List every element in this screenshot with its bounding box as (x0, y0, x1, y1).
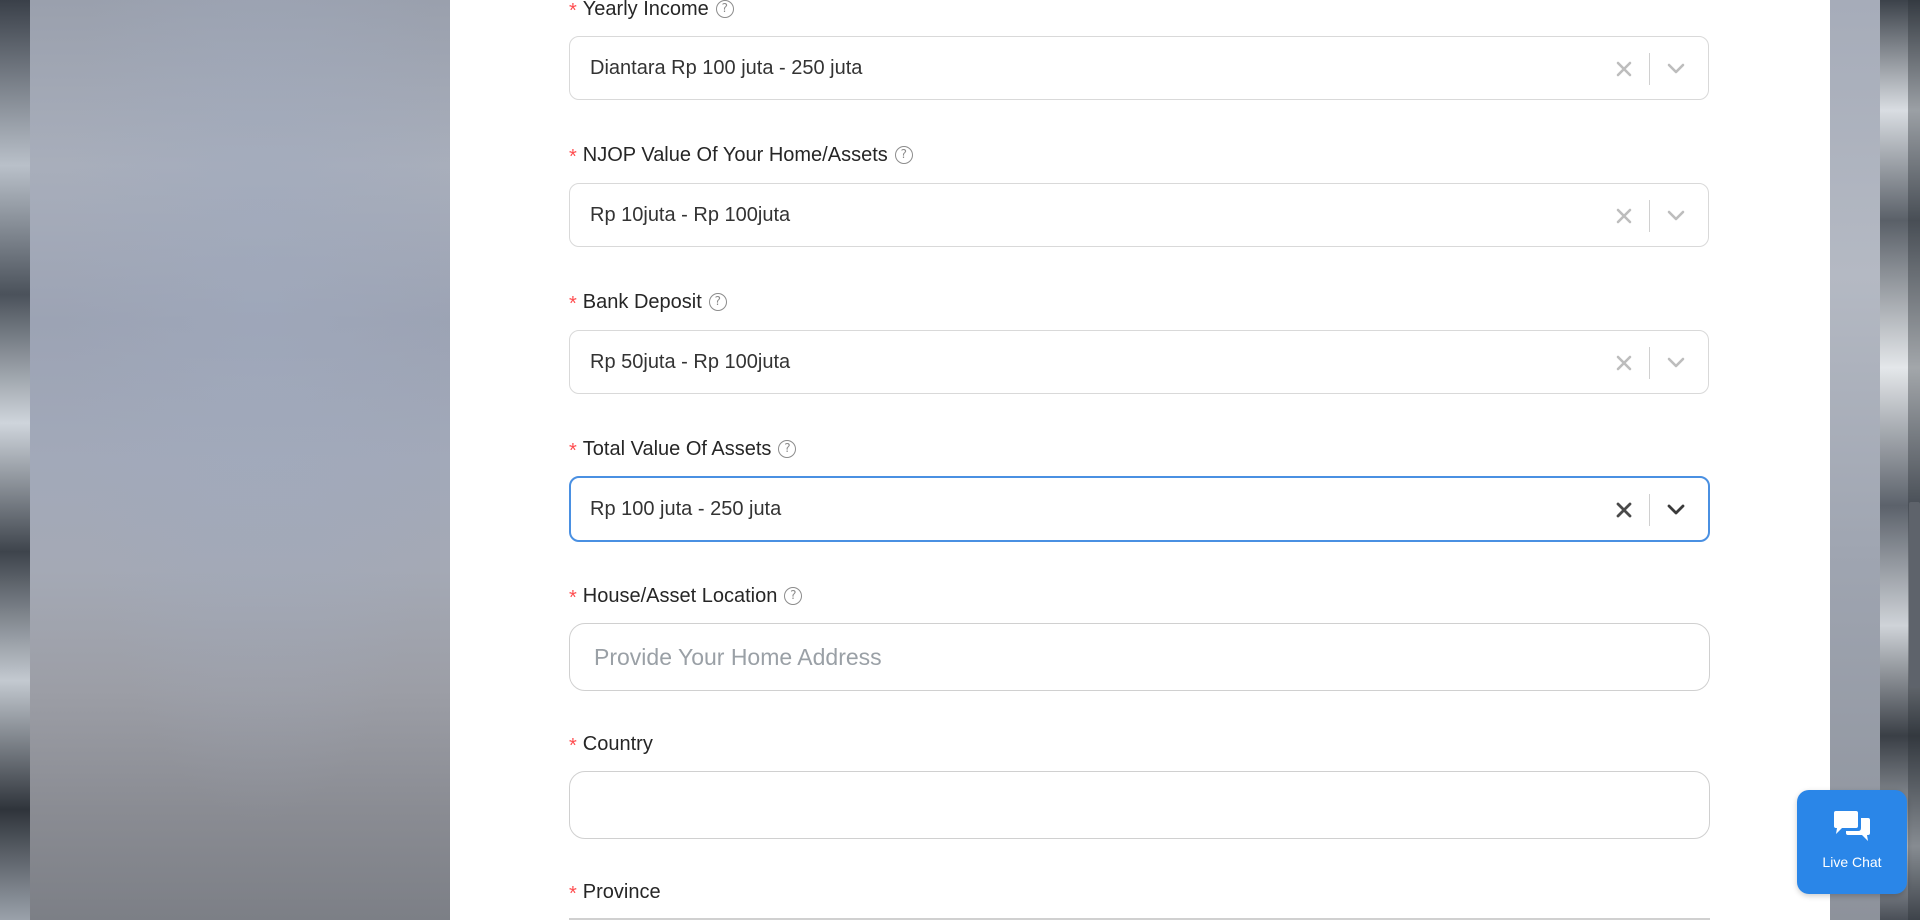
field-label-house-asset-location: * House/Asset Location ? (569, 584, 803, 609)
field-label-bank-deposit: * Bank Deposit ? (569, 290, 727, 315)
required-marker: * (569, 293, 577, 315)
njop-value-select[interactable]: Rp 10juta - Rp 100juta (569, 183, 1709, 247)
help-icon[interactable]: ? (715, 0, 734, 18)
label-text: Total Value Of Assets (582, 438, 772, 460)
background-right-strip (1830, 0, 1880, 920)
field-label-njop-value: * NJOP Value Of Your Home/Assets ? (569, 143, 913, 168)
label-text: Bank Deposit (582, 291, 702, 313)
scrollbar-thumb[interactable] (1909, 502, 1920, 688)
select-divider (1649, 53, 1650, 85)
house-asset-location-input[interactable] (569, 623, 1710, 691)
label-text: Province (582, 881, 661, 903)
bank-deposit-select[interactable]: Rp 50juta - Rp 100juta (569, 330, 1709, 394)
chevron-down-icon[interactable] (1666, 502, 1686, 518)
label-text: Country (582, 733, 653, 755)
select-value: Rp 50juta - Rp 100juta (590, 350, 791, 373)
help-icon[interactable]: ? (784, 587, 803, 605)
help-icon[interactable]: ? (708, 293, 727, 311)
field-label-total-value-of-assets: * Total Value Of Assets ? (569, 437, 797, 462)
field-label-province: * Province (569, 880, 661, 905)
label-text: NJOP Value Of Your Home/Assets (582, 144, 888, 166)
scrollbar-track[interactable] (1908, 0, 1920, 920)
chevron-down-icon[interactable] (1666, 61, 1686, 77)
required-marker: * (569, 735, 577, 757)
required-marker: * (569, 146, 577, 168)
clear-icon[interactable] (1614, 500, 1634, 520)
help-icon[interactable]: ? (894, 146, 913, 164)
help-icon[interactable]: ? (778, 440, 797, 458)
live-chat-label: Live Chat (1822, 854, 1882, 870)
yearly-income-select[interactable]: Diantara Rp 100 juta - 250 juta (569, 36, 1709, 100)
background-photo (30, 0, 450, 920)
required-marker: * (569, 440, 577, 462)
chevron-down-icon[interactable] (1666, 355, 1686, 371)
label-text: House/Asset Location (582, 585, 778, 607)
chat-bubbles-icon (1834, 811, 1870, 841)
background-rock-left (0, 0, 30, 920)
chevron-down-icon[interactable] (1666, 208, 1686, 224)
country-input[interactable] (569, 771, 1710, 839)
label-text: Yearly Income (582, 0, 709, 20)
clear-icon[interactable] (1614, 206, 1634, 226)
required-marker: * (569, 883, 577, 905)
field-label-yearly-income: * Yearly Income ? (569, 0, 734, 22)
select-divider (1649, 200, 1650, 232)
select-value: Rp 100 juta - 250 juta (590, 497, 782, 520)
field-label-country: * Country (569, 732, 653, 757)
live-chat-button[interactable]: Live Chat (1797, 790, 1907, 894)
total-value-of-assets-select[interactable]: Rp 100 juta - 250 juta (569, 476, 1710, 542)
select-divider (1649, 494, 1650, 526)
select-value: Rp 10juta - Rp 100juta (590, 203, 791, 226)
required-marker: * (569, 587, 577, 609)
clear-icon[interactable] (1614, 59, 1634, 79)
select-value: Diantara Rp 100 juta - 250 juta (590, 56, 863, 79)
select-divider (1649, 347, 1650, 379)
clear-icon[interactable] (1614, 353, 1634, 373)
required-marker: * (569, 0, 577, 22)
